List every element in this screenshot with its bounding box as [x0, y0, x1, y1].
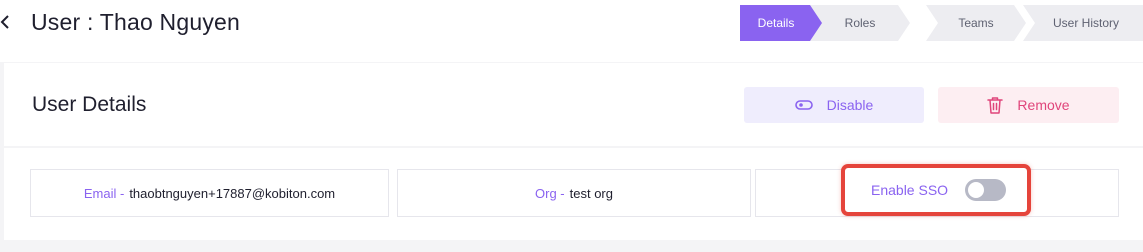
trash-icon — [987, 97, 1004, 114]
tab-roles[interactable]: Roles — [810, 5, 910, 41]
details-header: User Details Disable Remove — [4, 63, 1143, 146]
section-title: User Details — [32, 93, 147, 116]
toggle-knob — [968, 182, 984, 198]
org-label: Org - — [535, 185, 565, 201]
sso-label: Enable SSO — [871, 182, 949, 198]
email-value: thaobtnguyen+17887@kobiton.com — [129, 185, 336, 201]
chevron-left-icon — [0, 15, 9, 29]
sso-toggle[interactable] — [965, 179, 1006, 201]
tab-teams[interactable]: Teams — [926, 5, 1026, 41]
sso-highlight: Enable SSO — [841, 164, 1031, 216]
email-label: Email - — [83, 185, 125, 201]
tab-user-history[interactable]: User History — [1023, 5, 1143, 41]
page-title: User : Thao Nguyen — [31, 9, 241, 35]
user-details-panel: User Details Disable Remove Email - thao… — [0, 62, 1143, 252]
disable-button[interactable]: Disable — [744, 87, 924, 123]
email-field: Email - thaobtnguyen+17887@kobiton.com — [30, 169, 389, 217]
remove-label: Remove — [1017, 97, 1070, 113]
page-header: User : Thao Nguyen Details Roles Teams U… — [0, 0, 1143, 44]
disable-label: Disable — [826, 97, 874, 113]
org-value: test org — [569, 185, 613, 201]
toggle-icon — [794, 100, 813, 110]
org-field: Org - test org — [397, 169, 751, 217]
back-button[interactable] — [0, 8, 14, 36]
remove-button[interactable]: Remove — [938, 87, 1119, 123]
